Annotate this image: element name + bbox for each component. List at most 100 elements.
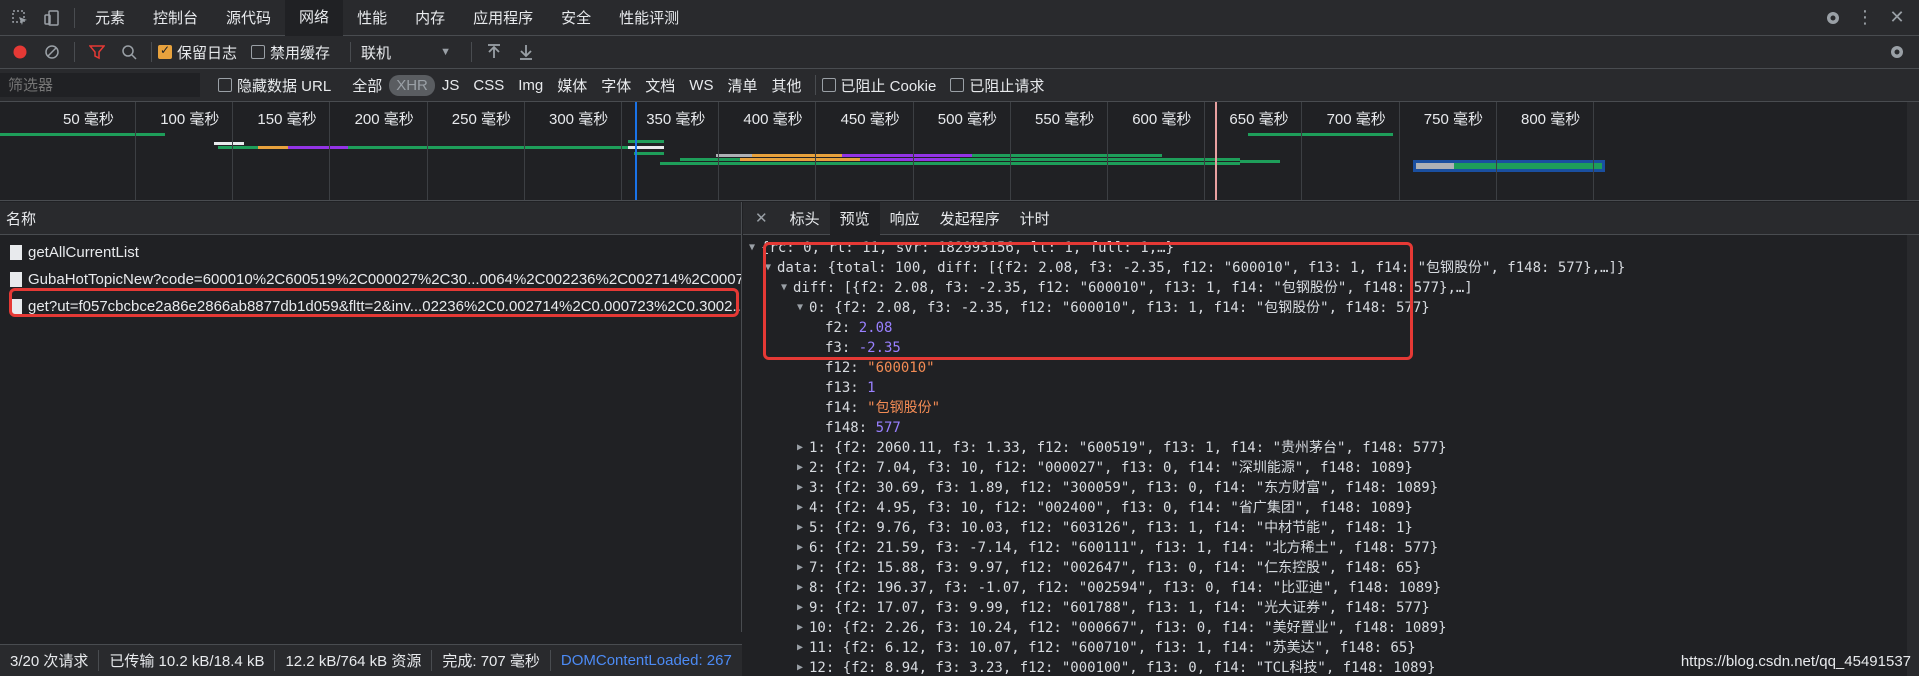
- type-filter[interactable]: Img: [511, 77, 550, 94]
- network-timeline-overview[interactable]: 50 毫秒 100 毫秒 150 毫秒 200 毫秒 250 毫秒 300 毫秒 350 毫…: [0, 102, 1919, 201]
- expand-arrow-icon[interactable]: ▶: [797, 598, 809, 618]
- expand-arrow-icon[interactable]: ▶: [797, 518, 809, 538]
- expand-arrow-icon[interactable]: ▶: [797, 618, 809, 638]
- type-filter[interactable]: 清单: [720, 75, 764, 96]
- detail-tab[interactable]: 响应: [880, 202, 930, 235]
- device-toolbar-icon[interactable]: [36, 2, 68, 34]
- expand-arrow-icon[interactable]: ▶: [797, 478, 809, 498]
- blocked-cookies-checkbox[interactable]: 已阻止 Cookie: [821, 75, 936, 96]
- json-item-row[interactable]: ▶ 9: {f2: 17.07, f3: 9.99, f12: "601788",…: [743, 598, 1919, 618]
- detail-tab[interactable]: 预览: [829, 201, 880, 235]
- throttle-select[interactable]: 联机 ▼: [361, 42, 451, 63]
- detail-tab[interactable]: 发起程序: [930, 202, 1010, 235]
- timeline-scrollbar[interactable]: [1907, 102, 1919, 200]
- expand-arrow-icon[interactable]: ▶: [797, 538, 809, 558]
- filter-icon[interactable]: [81, 36, 113, 68]
- network-settings-gear-icon[interactable]: [1881, 36, 1913, 68]
- main-tab[interactable]: 内存: [401, 0, 459, 36]
- timeline-tick-label: 150 毫秒: [257, 111, 317, 128]
- json-item-row[interactable]: ▶ 10: {f2: 2.26, f3: 10.24, f12: "000667"…: [743, 618, 1919, 638]
- preview-scrollbar[interactable]: [1907, 235, 1919, 676]
- json-field-row: f13: 1: [743, 378, 1919, 398]
- resource-type-filters: 全部 XHR JS CSS Img 媒体 字体 文档 WS 清单 其他: [345, 74, 808, 96]
- divider: [74, 7, 75, 28]
- json-item-row[interactable]: ▶ 4: {f2: 4.95, f3: 10, f12: "002400", f1…: [743, 498, 1919, 518]
- type-filter[interactable]: CSS: [466, 77, 511, 94]
- expand-arrow-icon[interactable]: ▶: [797, 458, 809, 478]
- json-item-row[interactable]: ▶ 6: {f2: 21.59, f3: -7.14, f12: "600111"…: [743, 538, 1919, 558]
- timeline-tick: [1107, 102, 1108, 200]
- timeline-tick: [329, 102, 331, 200]
- timeline-bar: [716, 154, 752, 157]
- request-count: 3/20 次请求: [0, 650, 100, 671]
- expand-arrow-icon[interactable]: ▶: [797, 658, 809, 676]
- type-filter[interactable]: 文档: [638, 75, 682, 96]
- json-item-row[interactable]: ▶ 2: {f2: 7.04, f3: 10, f12: "000027", f1…: [743, 458, 1919, 478]
- clear-icon[interactable]: [36, 36, 68, 68]
- json-item-row[interactable]: ▶ 5: {f2: 9.76, f3: 10.03, f12: "603126",…: [743, 518, 1919, 538]
- request-detail-panel: ✕ 标头 预览 响应 发起程序 计时 ▼ {rc: 0, rt: 11, svr: 182…: [743, 201, 1919, 676]
- expand-arrow-icon[interactable]: ▶: [797, 438, 809, 458]
- type-filter[interactable]: 其他: [764, 75, 808, 96]
- type-filter[interactable]: WS: [682, 77, 720, 94]
- inspect-element-icon[interactable]: [4, 2, 36, 34]
- import-har-icon[interactable]: [478, 36, 510, 68]
- json-item-row[interactable]: ▶ 8: {f2: 196.37, f3: -1.07, f12: "002594…: [743, 578, 1919, 598]
- main-tab[interactable]: 网络: [285, 0, 344, 36]
- main-tab[interactable]: 控制台: [139, 0, 212, 36]
- main-tab[interactable]: 元素: [81, 0, 139, 36]
- expand-arrow-icon[interactable]: ▶: [797, 638, 809, 658]
- more-options-icon[interactable]: ⋮: [1849, 2, 1881, 34]
- timeline-tick: [1593, 102, 1594, 200]
- type-filter[interactable]: 媒体: [550, 75, 594, 96]
- type-filter[interactable]: JS: [435, 77, 467, 94]
- name-column-header[interactable]: 名称: [0, 202, 741, 235]
- json-item-summary: 7: {f2: 15.88, f3: 9.97, f12: "002647", …: [809, 560, 1422, 576]
- main-tab[interactable]: 源代码: [212, 0, 285, 36]
- type-filter[interactable]: 字体: [594, 75, 638, 96]
- expand-arrow-icon[interactable]: ▶: [797, 578, 809, 598]
- close-icon[interactable]: ✕: [1881, 2, 1913, 34]
- main-tab[interactable]: 安全: [547, 0, 605, 36]
- type-filter[interactable]: 全部: [345, 75, 389, 96]
- detail-tab[interactable]: 计时: [1010, 202, 1060, 235]
- checkbox[interactable]: [821, 78, 836, 92]
- divider: [151, 42, 152, 62]
- disable-cache-checkbox[interactable]: 禁用缓存: [251, 42, 330, 63]
- json-item-row[interactable]: ▶ 3: {f2: 30.69, f3: 1.89, f12: "300059",…: [743, 478, 1919, 498]
- checkbox[interactable]: [218, 78, 232, 92]
- json-item-row[interactable]: ▶ 1: {f2: 2060.11, f3: 1.33, f12: "600519…: [743, 438, 1919, 458]
- collapse-arrow-icon[interactable]: ▼: [749, 238, 761, 258]
- main-tab[interactable]: 性能: [343, 0, 401, 36]
- settings-gear-icon[interactable]: [1817, 2, 1849, 34]
- checkbox[interactable]: [950, 78, 965, 92]
- export-har-icon[interactable]: [510, 36, 542, 68]
- main-tab[interactable]: 性能评测: [605, 0, 693, 36]
- json-field-value: 1: [867, 380, 876, 396]
- timeline-tick: [621, 102, 622, 200]
- timeline-tick: [1398, 102, 1400, 200]
- expand-arrow-icon[interactable]: ▶: [797, 498, 809, 518]
- type-filter[interactable]: XHR: [389, 74, 435, 96]
- expand-arrow-icon[interactable]: ▶: [797, 558, 809, 578]
- close-detail-icon[interactable]: ✕: [743, 202, 780, 235]
- checkbox[interactable]: [251, 45, 266, 59]
- json-item-summary: 5: {f2: 9.76, f3: 10.03, f12: "603126", …: [809, 520, 1413, 536]
- hide-data-url-checkbox[interactable]: 隐藏数据 URL: [218, 75, 331, 96]
- blocked-requests-checkbox[interactable]: 已阻止请求: [950, 75, 1044, 96]
- document-icon: [10, 245, 22, 260]
- timeline-tick-label: 700 毫秒: [1326, 111, 1386, 128]
- divider: [350, 42, 352, 62]
- detail-tab[interactable]: 标头: [780, 202, 830, 235]
- preserve-log-checkbox[interactable]: 保留日志: [158, 42, 237, 63]
- checkbox-checked[interactable]: [158, 43, 172, 59]
- filter-input[interactable]: [0, 73, 200, 97]
- main-tab[interactable]: 应用程序: [459, 0, 547, 36]
- request-row[interactable]: getAllCurrentList: [0, 239, 741, 266]
- search-icon[interactable]: [113, 36, 145, 68]
- timeline-bar: [860, 158, 960, 161]
- json-item-summary: 11: {f2: 6.12, f3: 10.07, f12: "600710",…: [809, 640, 1416, 656]
- detail-tabs: ✕ 标头 预览 响应 发起程序 计时: [743, 201, 1919, 235]
- record-icon[interactable]: [4, 36, 36, 68]
- json-item-row[interactable]: ▶ 7: {f2: 15.88, f3: 9.97, f12: "002647",…: [743, 558, 1919, 578]
